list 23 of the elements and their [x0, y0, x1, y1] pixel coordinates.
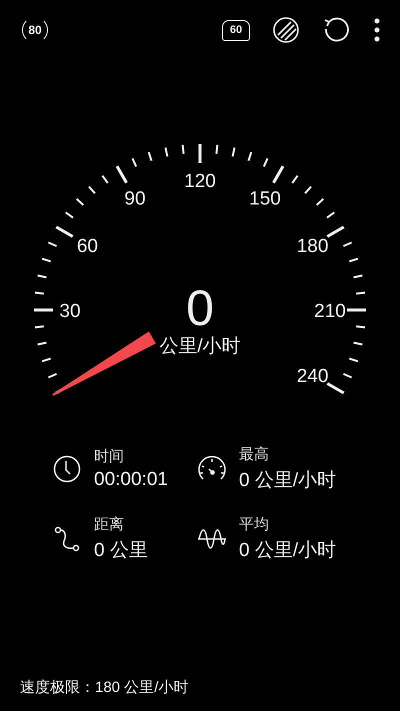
- clock-icon: [53, 455, 81, 483]
- stat-value: 0 公里: [94, 539, 148, 563]
- speed-limit-text: 速度极限：180 公里/小时: [20, 679, 188, 696]
- stat-value: 00:00:01: [94, 469, 168, 491]
- tick-label: 120: [184, 171, 216, 192]
- stat-label: 最高: [239, 445, 270, 464]
- stat-value: 0 公里/小时: [239, 539, 336, 563]
- tick-label: 240: [296, 366, 328, 387]
- speed-unit: 公里/小时: [159, 336, 241, 357]
- tick-label: 180: [296, 236, 328, 257]
- tick-label: 150: [249, 188, 281, 210]
- route-icon: [54, 525, 80, 553]
- stat-label: 时间: [94, 447, 125, 466]
- speedometer-icon: [197, 456, 227, 482]
- tick-label: 30: [59, 301, 81, 322]
- stat-value: 0 公里/小时: [239, 469, 336, 493]
- speed-reading: 0: [186, 280, 214, 336]
- tick-label: 90: [124, 188, 146, 210]
- stat-label: 平均: [239, 515, 270, 534]
- speed-limit-badge[interactable]: 80: [22, 17, 48, 43]
- tick-label: 210: [314, 301, 346, 322]
- tick-label: 60: [76, 236, 98, 257]
- stat-label: 距离: [94, 515, 125, 534]
